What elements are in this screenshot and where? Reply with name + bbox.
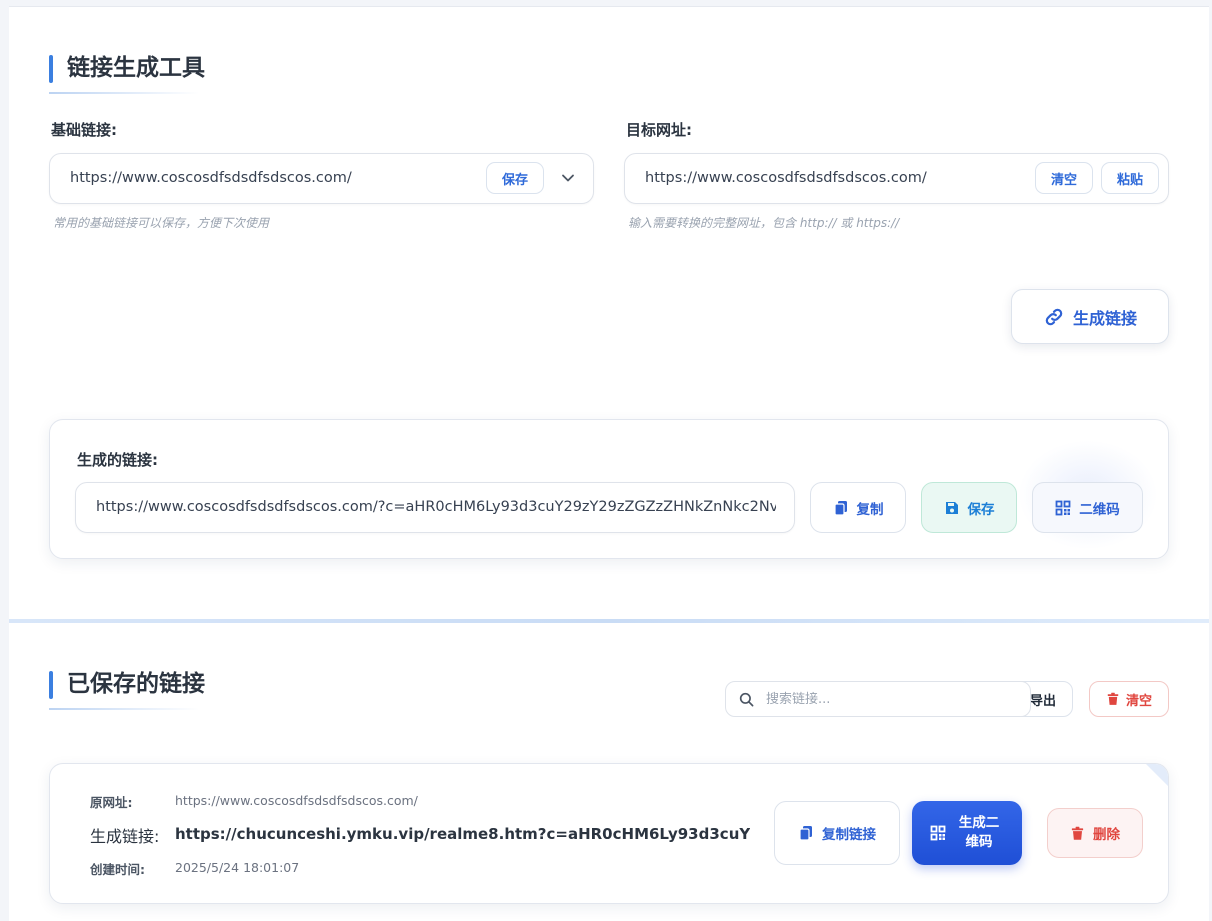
result-card: 生成的链接: https://www.coscosdfsdsdfsdscos.c… (49, 419, 1169, 559)
copy-icon (833, 500, 847, 516)
generated-link-value: https://chucunceshi.ymku.vip/realme8.htm… (175, 825, 750, 843)
copy-link-label: 复制链接 (822, 827, 876, 843)
created-time-value: 2025/5/24 18:01:07 (175, 860, 300, 875)
card-corner-fold (1146, 764, 1168, 786)
search-icon (739, 692, 754, 707)
target-url-value[interactable]: https://www.coscosdfsdsdfsdscos.com/ (645, 154, 1025, 203)
save-result-label: 保存 (967, 501, 995, 518)
clear-target-button[interactable]: 清空 (1035, 162, 1093, 194)
qrcode-icon (930, 825, 946, 841)
trash-icon (1071, 826, 1084, 840)
result-link-input[interactable]: https://www.coscosdfsdsdfsdscos.com/?c=a… (75, 482, 795, 533)
qrcode-result-button[interactable]: 二维码 (1032, 482, 1143, 533)
link-icon (1045, 308, 1063, 325)
save-base-button[interactable]: 保存 (486, 162, 544, 194)
qrcode-result-label: 二维码 (1079, 501, 1120, 518)
delete-label: 删除 (1093, 827, 1120, 843)
generator-title: 链接生成工具 (49, 53, 205, 94)
base-link-input[interactable]: https://www.coscosdfsdsdfsdscos.com/ 保存 (49, 153, 594, 204)
copy-result-label: 复制 (856, 501, 884, 518)
copy-result-button[interactable]: 复制 (810, 482, 906, 533)
base-link-label: 基础链接: (51, 121, 117, 139)
save-result-button[interactable]: 保存 (921, 482, 1017, 533)
target-url-input[interactable]: https://www.coscosdfsdsdfsdscos.com/ 清空 … (624, 153, 1169, 204)
generated-link-label: 生成链接: (90, 827, 160, 846)
chevron-down-icon[interactable] (557, 167, 579, 189)
original-url-value: https://www.coscosdfsdsdfsdscos.com/ (175, 793, 418, 808)
copy-icon (799, 826, 812, 841)
search-box[interactable] (725, 681, 1031, 717)
target-url-label: 目标网址: (626, 121, 692, 139)
saved-link-card: 原网址: https://www.coscosdfsdsdfsdscos.com… (49, 763, 1169, 904)
result-label: 生成的链接: (77, 451, 158, 469)
qrcode-icon (1055, 500, 1071, 515)
base-link-hint: 常用的基础链接可以保存，方便下次使用 (53, 216, 270, 230)
saved-panel: 已保存的链接 导出 清空 原网址: https://www.coscosdfsd… (9, 623, 1209, 921)
trash-icon (1107, 692, 1119, 705)
export-label: 导出 (1029, 693, 1056, 709)
saved-title: 已保存的链接 (49, 669, 205, 710)
clear-saved-label: 清空 (1125, 693, 1152, 709)
created-time-label: 创建时间: (90, 862, 145, 877)
clear-saved-button[interactable]: 清空 (1089, 681, 1169, 717)
base-link-value[interactable]: https://www.coscosdfsdsdfsdscos.com/ (70, 154, 470, 203)
copy-link-button[interactable]: 复制链接 (774, 801, 900, 865)
generate-qrcode-button[interactable]: 生成二维码 (912, 801, 1022, 865)
floppy-disk-icon (945, 501, 958, 514)
generate-qrcode-label: 生成二维码 (958, 815, 1000, 850)
result-link-value[interactable]: https://www.coscosdfsdsdfsdscos.com/?c=a… (96, 483, 776, 532)
generate-link-label: 生成链接 (1072, 308, 1137, 328)
target-url-hint: 输入需要转换的完整网址，包含 http:// 或 https:// (628, 216, 900, 230)
original-url-label: 原网址: (90, 795, 133, 810)
generate-link-button[interactable]: 生成链接 (1011, 289, 1169, 344)
search-input[interactable] (766, 682, 1016, 716)
generator-panel: 链接生成工具 基础链接: https://www.coscosdfsdsdfsd… (9, 6, 1209, 619)
page: 链接生成工具 基础链接: https://www.coscosdfsdsdfsd… (0, 0, 1212, 921)
paste-target-button[interactable]: 粘贴 (1101, 162, 1159, 194)
delete-button[interactable]: 删除 (1047, 808, 1143, 858)
